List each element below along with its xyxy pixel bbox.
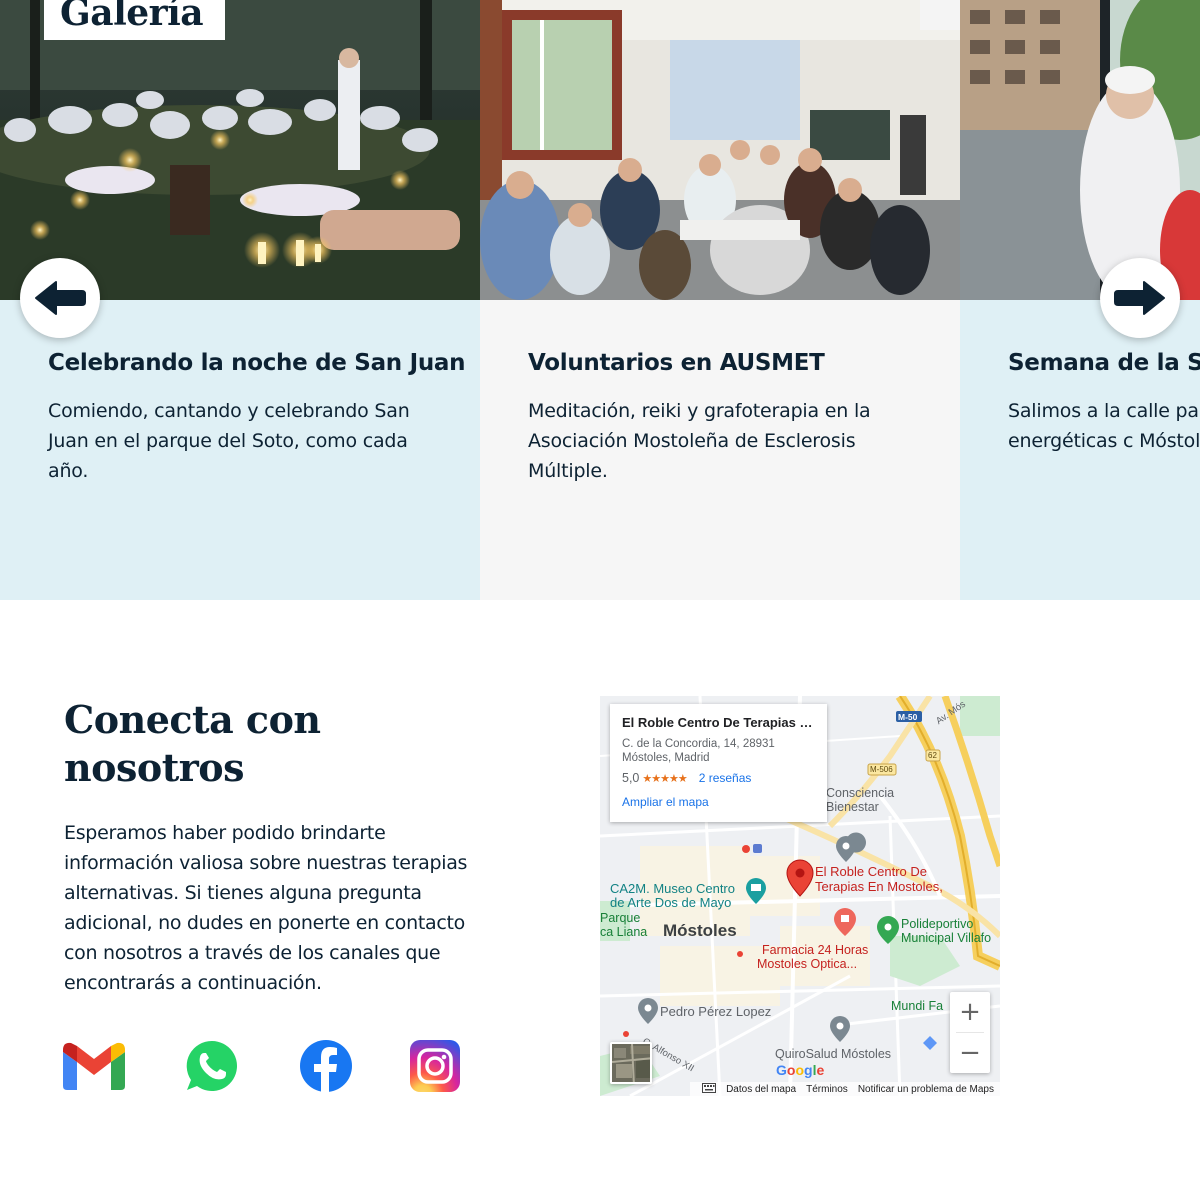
zoom-in-button[interactable]: + [950, 992, 990, 1032]
map-label-road: M-50 [898, 712, 918, 722]
instagram-link[interactable] [408, 1038, 462, 1094]
rating-stars-icon: ★★★★★ [642, 772, 687, 785]
slide-photo-ausmet [480, 0, 960, 300]
zoom-out-button[interactable]: − [950, 1033, 990, 1073]
gallery-title-badge: Galería [44, 0, 225, 40]
map-label: CA2M. Museo Centro [610, 881, 735, 896]
facebook-link[interactable] [298, 1038, 354, 1094]
gallery-next-button[interactable] [1100, 258, 1180, 338]
place-address: C. de la Concordia, 14, 28931 Móstoles, … [622, 737, 815, 765]
map-terms-link[interactable]: Términos [806, 1084, 848, 1095]
place-address-line: Móstoles, Madrid [622, 752, 710, 764]
contact-description: Esperamos haber podido brindarte informa… [64, 822, 468, 994]
arrow-left-icon [35, 281, 86, 315]
arrow-right-icon [1114, 281, 1165, 315]
map-data-link[interactable]: Datos del mapa [726, 1084, 796, 1095]
map-label: ca Liana [600, 925, 648, 939]
map-label: Bienestar [826, 800, 879, 814]
map-label: Municipal Villafo [901, 931, 992, 945]
keyboard-icon[interactable] [702, 1082, 717, 1096]
gallery-slide[interactable]: Voluntarios en AUSMET Meditación, reiki … [480, 0, 960, 600]
map-label: Consciencia [826, 786, 895, 800]
map-label-el-roble: El Roble Centro De [815, 864, 927, 879]
map-label-road: M-506 [870, 765, 893, 774]
slide-title: Voluntarios en AUSMET [528, 350, 825, 376]
slide-description: Comiendo, cantando y celebrando San Juan… [48, 400, 410, 482]
gallery-carousel: Celebrando la noche de San Juan Comiendo… [0, 0, 1200, 600]
map-label: QuiroSalud Móstoles [775, 1047, 892, 1061]
map-label: Mostoles Optica... [757, 957, 858, 971]
enlarge-map-link[interactable]: Ampliar el mapa [622, 795, 815, 809]
facebook-icon [300, 1040, 352, 1093]
place-address-line: C. de la Concordia, 14, 28931 [622, 738, 775, 750]
slide-title: Semana de la Salu [1008, 350, 1200, 376]
place-name: El Roble Centro De Terapias E... [622, 715, 815, 730]
gmail-icon [63, 1042, 125, 1090]
gallery-title: Galería [60, 0, 204, 34]
whatsapp-link[interactable] [184, 1038, 240, 1094]
map-place-card: El Roble Centro De Terapias E... C. de l… [610, 704, 827, 822]
embedded-map[interactable]: Consciencia Bienestar El Roble Centro De… [600, 696, 1000, 1096]
map-label: Mundi Fa [891, 999, 944, 1013]
map-label: Pedro Pérez Lopez [660, 1004, 772, 1019]
contact-title: Conecta con nosotros [64, 697, 321, 790]
slide-photo-san-juan [0, 0, 480, 300]
map-label-city: Móstoles [663, 921, 737, 940]
slide-description: Salimos a la calle para terapias energét… [1008, 400, 1200, 452]
whatsapp-icon [186, 1040, 237, 1091]
map-footer: Datos del mapa Términos Notificar un pro… [600, 1082, 1000, 1096]
place-rating-row: 5,0 ★★★★★ 2 reseñas [622, 771, 815, 785]
reviews-link[interactable]: 2 reseñas [699, 771, 752, 785]
slide-description: Meditación, reiki y grafoterapia en la A… [528, 400, 871, 482]
map-label-el-roble: Terapias En Mostoles, [815, 879, 943, 894]
gmail-link[interactable] [62, 1038, 126, 1094]
satellite-view-toggle[interactable] [610, 1042, 652, 1084]
place-rating: 5,0 [622, 771, 640, 785]
slide-photo-semana-salud [960, 0, 1200, 300]
map-label: de Arte Dos de Mayo [610, 895, 732, 910]
map-zoom-controls: + − [950, 992, 990, 1073]
map-report-link[interactable]: Notificar un problema de Maps [858, 1084, 994, 1095]
slide-title: Celebrando la noche de San Juan [48, 350, 466, 376]
map-label: Polideportivo [901, 917, 974, 931]
gallery-prev-button[interactable] [20, 258, 100, 338]
instagram-icon [410, 1040, 460, 1092]
map-label: Parque [600, 911, 641, 925]
map-label-road: 62 [928, 751, 937, 760]
map-label: Farmacia 24 Horas [762, 943, 869, 957]
google-logo: Google [776, 1062, 825, 1078]
